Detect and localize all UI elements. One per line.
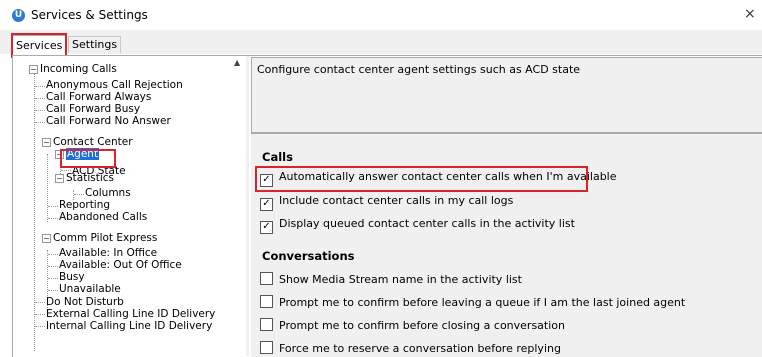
calls-heading: Calls [262,150,293,164]
include-call-logs-checkbox[interactable]: ✓ [260,198,273,211]
tree-item-incoming-calls[interactable]: Incoming Calls [40,63,117,75]
tree-item-call-forward-no-answer[interactable]: Call Forward No Answer [46,115,171,127]
auto-answer-checkbox[interactable]: ✓ [260,174,273,187]
tree-item-columns[interactable]: Columns [85,187,131,199]
tree-item-agent[interactable]: Agent [66,148,100,160]
pane-splitter[interactable] [246,56,249,356]
close-icon[interactable]: × [744,6,756,22]
option-confirm-leaving-queue[interactable]: Prompt me to confirm before leaving a qu… [260,295,685,309]
tree-item-reporting[interactable]: Reporting [59,199,110,211]
confirm-leaving-queue-checkbox[interactable] [260,295,273,308]
option-auto-answer[interactable]: ✓ Automatically answer contact center cal… [260,170,617,187]
conversations-heading: Conversations [262,249,355,263]
tab-settings[interactable]: Settings [68,36,122,53]
option-confirm-closing[interactable]: Prompt me to confirm before closing a co… [260,318,565,332]
show-media-stream-label: Show Media Stream name in the activity l… [279,273,522,286]
tab-services[interactable]: Services [12,35,67,57]
collapse-contact-center-icon[interactable]: − [42,138,51,147]
tab-strip: Services Settings [0,30,762,57]
force-reserve-label: Force me to reserve a conversation befor… [279,342,561,355]
tree-item-comm-pilot-express[interactable]: Comm Pilot Express [53,232,157,244]
collapse-statistics-icon[interactable]: − [55,174,64,183]
option-force-reserve[interactable]: Force me to reserve a conversation befor… [260,341,561,355]
auto-answer-label: Automatically answer contact center call… [279,170,617,183]
force-reserve-checkbox[interactable] [260,341,273,354]
display-queued-label: Display queued contact center calls in t… [279,217,575,230]
option-display-queued[interactable]: ✓ Display queued contact center calls in … [260,217,575,234]
collapse-comm-pilot-express-icon[interactable]: − [42,234,51,243]
confirm-closing-checkbox[interactable] [260,318,273,331]
collapse-incoming-calls-icon[interactable]: − [29,65,38,74]
services-tree: − − − − − Incoming Calls Anonymous Call … [13,56,247,356]
confirm-leaving-queue-label: Prompt me to confirm before leaving a qu… [279,296,686,309]
tree-item-abandoned-calls[interactable]: Abandoned Calls [59,211,147,223]
tree-item-external-calling-line-id[interactable]: External Calling Line ID Delivery [46,308,215,320]
collapse-agent-icon[interactable]: − [55,150,64,159]
title-bar: U Services & Settings × [0,0,762,30]
tree-item-contact-center[interactable]: Contact Center [53,136,133,148]
tree-item-call-forward-always[interactable]: Call Forward Always [46,91,151,103]
description-text: Configure contact center agent settings … [257,63,581,76]
tree-item-do-not-disturb[interactable]: Do Not Disturb [46,296,124,308]
app-logo-icon: U [12,9,25,22]
tree-item-statistics[interactable]: Statistics [66,172,114,184]
tree-item-anonymous-call-rejection[interactable]: Anonymous Call Rejection [46,79,183,91]
display-queued-checkbox[interactable]: ✓ [260,221,273,234]
option-show-media-stream[interactable]: Show Media Stream name in the activity l… [260,272,522,286]
tree-item-internal-calling-line-id[interactable]: Internal Calling Line ID Delivery [46,320,212,332]
tree-item-busy[interactable]: Busy [59,271,85,283]
tree-item-available-out-of-office[interactable]: Available: Out Of Office [59,259,182,271]
window-title: Services & Settings [31,8,148,22]
option-include-call-logs[interactable]: ✓ Include contact center calls in my call… [260,194,514,211]
tree-item-call-forward-busy[interactable]: Call Forward Busy [46,103,140,115]
show-media-stream-checkbox[interactable] [260,272,273,285]
tree-item-unavailable[interactable]: Unavailable [59,283,121,295]
tree-item-available-in-office[interactable]: Available: In Office [59,247,157,259]
confirm-closing-label: Prompt me to confirm before closing a co… [279,319,565,332]
scroll-up-icon[interactable]: ▲ [234,58,240,67]
include-call-logs-label: Include contact center calls in my call … [279,194,514,207]
